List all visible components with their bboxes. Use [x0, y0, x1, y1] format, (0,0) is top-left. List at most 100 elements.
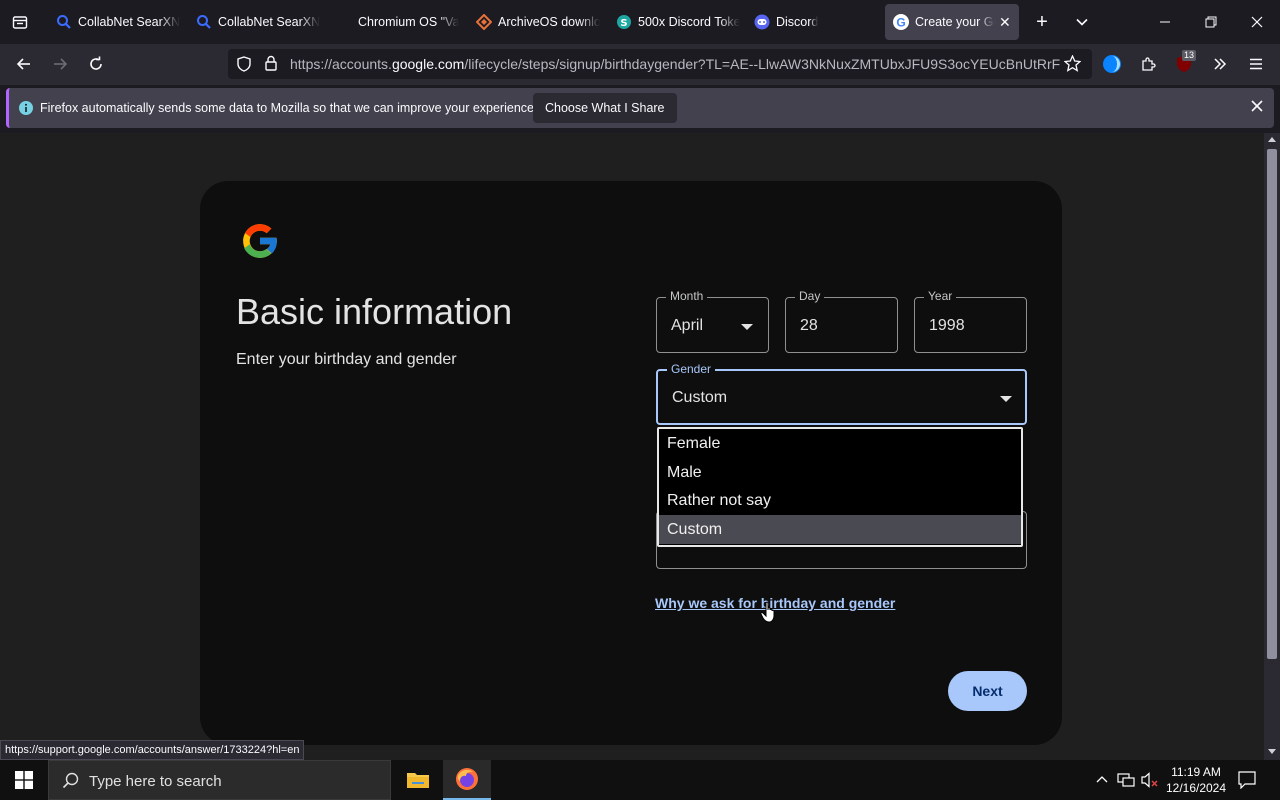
option-male[interactable]: Male [659, 458, 1021, 487]
tab-collabnet-1[interactable]: CollabNet SearXN [48, 4, 180, 40]
show-hidden-icons-chevron[interactable] [1096, 773, 1108, 791]
firefox-taskbar-button[interactable] [443, 760, 491, 800]
back-button[interactable] [8, 48, 40, 80]
page-subtitle: Enter your birthday and gender [236, 351, 457, 368]
svg-text:G: G [896, 16, 905, 30]
month-value: April [671, 317, 704, 334]
start-button[interactable] [0, 760, 48, 800]
option-custom[interactable]: Custom [659, 515, 1021, 544]
tab-chromium-os[interactable]: Chromium OS "Va [328, 4, 460, 40]
tab-title: Discord [776, 15, 819, 29]
gender-label: Gender [667, 362, 716, 376]
bookmark-star-icon[interactable] [1063, 54, 1082, 77]
month-select[interactable]: Month April [656, 289, 769, 353]
notifications-icon[interactable] [1238, 771, 1256, 794]
forward-arrow-icon [54, 58, 68, 70]
account-icon [1103, 55, 1121, 73]
google-icon: G [893, 14, 909, 30]
discord-token-icon: S [616, 14, 632, 30]
option-female[interactable]: Female [659, 429, 1021, 458]
chevron-down-icon [1076, 18, 1088, 26]
tab-title: ArchiveOS downlo [498, 15, 600, 29]
tracking-protection-icon[interactable] [236, 56, 252, 77]
search-icon [196, 14, 212, 30]
close-notification-icon[interactable] [1249, 98, 1265, 119]
close-window-button[interactable] [1234, 0, 1280, 44]
scrollbar-thumb[interactable] [1267, 149, 1277, 659]
close-tab-icon[interactable]: ✕ [999, 14, 1011, 31]
year-label: Year [924, 289, 957, 303]
back-arrow-icon [16, 58, 30, 70]
month-label: Month [666, 289, 708, 303]
tab-title: CollabNet SearXN [78, 15, 180, 29]
firefox-account-button[interactable] [1096, 48, 1128, 80]
search-icon [62, 772, 79, 794]
forward-button[interactable] [44, 48, 76, 80]
discord-icon [754, 14, 770, 30]
tab-create-google-account[interactable]: G Create your Goo ✕ [885, 4, 1019, 40]
next-button[interactable]: Next [948, 671, 1027, 711]
tab-title: CollabNet SearXN [218, 15, 320, 29]
scroll-up-arrow-icon[interactable] [1268, 137, 1276, 142]
list-all-tabs-button[interactable] [1066, 6, 1098, 38]
clock-time: 11:19 AM [1171, 765, 1221, 779]
network-icon[interactable] [1117, 772, 1135, 793]
firefox-view-button[interactable] [6, 6, 34, 38]
year-value: 1998 [929, 317, 965, 334]
day-input[interactable]: Day 28 [785, 289, 898, 353]
tab-collabnet-2[interactable]: CollabNet SearXN [188, 4, 320, 40]
tab-archiveos[interactable]: ArchiveOS downlo [468, 4, 600, 40]
reload-button[interactable] [80, 48, 112, 80]
taskbar-search-box[interactable]: Type here to search [48, 760, 391, 800]
option-rather-not-say[interactable]: Rather not say [659, 486, 1021, 515]
ublock-extension-button[interactable]: 13 [1168, 48, 1200, 80]
taskbar-search-placeholder: Type here to search [89, 773, 222, 790]
status-link-preview: https://support.google.com/accounts/answ… [0, 740, 305, 760]
year-input[interactable]: Year 1998 [914, 289, 1027, 353]
more-tools-button[interactable] [1204, 48, 1236, 80]
url-prefix: https://accounts. [290, 56, 392, 72]
url-path: /lifecycle/steps/signup/birthdaygender?T… [464, 56, 1060, 72]
tab-strip: CollabNet SearXN CollabNet SearXN Chromi… [0, 0, 1280, 44]
reload-icon [90, 56, 102, 70]
url-domain: google.com [391, 56, 465, 72]
scroll-down-arrow-icon[interactable] [1268, 749, 1276, 754]
plus-icon: + [1036, 10, 1048, 33]
tab-discord[interactable]: Discord [746, 4, 878, 40]
tab-title: Create your Goo [915, 15, 995, 29]
url-bar[interactable]: https://accounts.google.com/lifecycle/st… [228, 49, 1092, 79]
folder-icon [407, 773, 429, 788]
telemetry-notification-bar: Firefox automatically sends some data to… [6, 88, 1274, 128]
double-chevron-right-icon [1214, 58, 1227, 70]
signup-card: Basic information Enter your birthday an… [200, 181, 1062, 745]
choose-what-i-share-button[interactable]: Choose What I Share [533, 93, 677, 123]
blank-page-icon [336, 14, 352, 30]
minimize-button[interactable] [1142, 0, 1188, 44]
extensions-button[interactable] [1132, 48, 1164, 80]
file-explorer-taskbar-button[interactable] [394, 760, 442, 800]
clock-date: 12/16/2024 [1165, 781, 1227, 795]
hand-cursor-icon [760, 601, 778, 628]
info-icon [18, 100, 34, 121]
day-value: 28 [800, 317, 818, 334]
notification-text: Firefox automatically sends some data to… [40, 101, 538, 115]
hamburger-menu-icon [1250, 58, 1262, 70]
restore-icon [1205, 16, 1217, 28]
tab-title: 500x Discord Toke [638, 15, 740, 29]
gender-select[interactable]: Gender Custom [656, 362, 1027, 425]
tab-discord-token[interactable]: S 500x Discord Toke [608, 4, 740, 40]
lock-icon[interactable] [264, 55, 278, 76]
volume-muted-icon[interactable] [1141, 772, 1159, 793]
restore-button[interactable] [1188, 0, 1234, 44]
search-icon [56, 14, 72, 30]
windows-taskbar: Type here to search 11:19 AM 12/16/2024 [0, 760, 1280, 800]
app-menu-button[interactable] [1240, 48, 1272, 80]
dropdown-arrow-icon [741, 324, 753, 330]
page-scrollbar[interactable] [1264, 133, 1280, 760]
google-logo-icon [238, 219, 282, 268]
url-text[interactable]: https://accounts.google.com/lifecycle/st… [290, 56, 1060, 72]
new-tab-button[interactable]: + [1026, 6, 1058, 38]
taskbar-clock[interactable]: 11:19 AM 12/16/2024 [1160, 764, 1232, 796]
archive-icon [476, 14, 492, 30]
gender-options-dropdown: Female Male Rather not say Custom [657, 427, 1023, 547]
